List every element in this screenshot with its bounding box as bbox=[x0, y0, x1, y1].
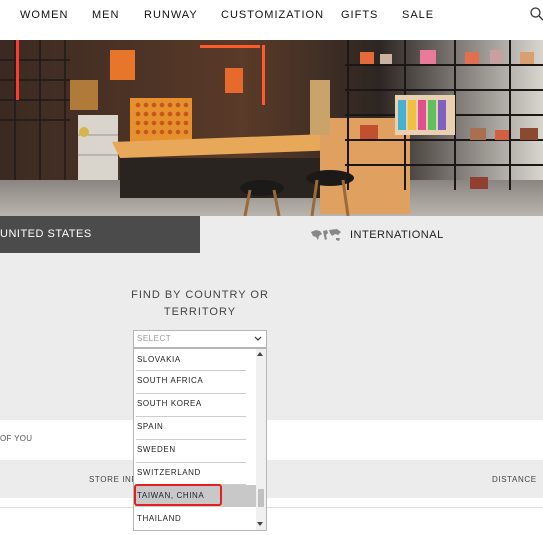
country-dropdown-list[interactable]: SLOVAKIA SOUTH AFRICA SOUTH KOREA SPAIN … bbox=[133, 348, 267, 531]
finder-heading: FIND BY COUNTRY OR TERRITORY bbox=[131, 289, 269, 318]
option-spain[interactable]: SPAIN bbox=[135, 416, 257, 438]
select-placeholder: SELECT bbox=[137, 334, 172, 343]
option-thailand[interactable]: THAILAND bbox=[135, 508, 257, 530]
chevron-down-icon bbox=[254, 336, 262, 341]
scroll-thumb[interactable] bbox=[258, 489, 264, 507]
nav-women[interactable]: WOMEN bbox=[20, 9, 68, 21]
store-hero-image bbox=[0, 40, 543, 216]
tab-united-states-label: UNITED STATES bbox=[0, 228, 92, 240]
option-taiwan-china[interactable]: TAIWAN, CHINA bbox=[135, 485, 257, 507]
region-tabs: UNITED STATES INTERNATIONAL bbox=[0, 216, 543, 253]
option-south-africa[interactable]: SOUTH AFRICA bbox=[135, 370, 257, 392]
distance-header: DISTANCE bbox=[492, 475, 537, 484]
option-slovakia[interactable]: SLOVAKIA bbox=[135, 349, 257, 371]
scroll-down-arrow-icon[interactable] bbox=[257, 522, 263, 526]
tab-united-states[interactable]: UNITED STATES bbox=[0, 216, 200, 253]
results-body bbox=[0, 498, 543, 535]
country-select[interactable]: SELECT bbox=[133, 330, 267, 348]
tab-international-label: INTERNATIONAL bbox=[350, 229, 444, 241]
nav-gifts[interactable]: GIFTS bbox=[341, 9, 378, 21]
search-icon[interactable] bbox=[529, 6, 543, 22]
nav-customization[interactable]: CUSTOMIZATION bbox=[221, 9, 324, 21]
option-south-korea[interactable]: SOUTH KOREA bbox=[135, 393, 257, 415]
nav-men[interactable]: MEN bbox=[92, 9, 119, 21]
store-info-header: STORE INF bbox=[89, 475, 137, 484]
near-you-text: OF YOU bbox=[0, 434, 33, 443]
divider bbox=[0, 507, 543, 508]
dropdown-scrollbar[interactable] bbox=[256, 349, 266, 530]
store-interior-illustration bbox=[0, 40, 543, 216]
option-sweden[interactable]: SWEDEN bbox=[135, 439, 257, 461]
tab-international[interactable]: INTERNATIONAL bbox=[200, 216, 543, 253]
country-finder-panel: FIND BY COUNTRY OR TERRITORY bbox=[0, 253, 543, 420]
world-map-icon bbox=[311, 229, 341, 241]
top-navigation: WOMEN MEN RUNWAY CUSTOMIZATION GIFTS SAL… bbox=[0, 0, 543, 32]
results-table-header: STORE INF DISTANCE bbox=[0, 460, 543, 498]
option-switzerland[interactable]: SWITZERLAND bbox=[135, 462, 257, 484]
nav-sale[interactable]: SALE bbox=[402, 9, 434, 21]
scroll-up-arrow-icon[interactable] bbox=[257, 352, 263, 356]
results-bar: OF YOU bbox=[0, 420, 543, 460]
nav-runway[interactable]: RUNWAY bbox=[144, 9, 198, 21]
